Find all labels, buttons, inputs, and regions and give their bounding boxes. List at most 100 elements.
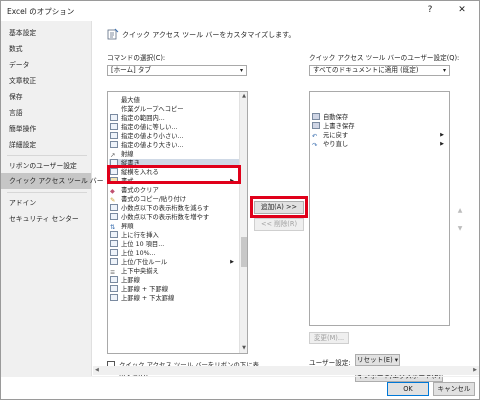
list-item[interactable]: 自動保存: [312, 113, 448, 122]
sidebar-divider: [7, 192, 87, 193]
sidebar-item-addins[interactable]: アドイン: [1, 195, 91, 211]
sidebar-item-data[interactable]: データ: [1, 57, 91, 73]
close-button[interactable]: ✕: [453, 3, 471, 18]
list-item[interactable]: 書式 ▶: [110, 177, 238, 186]
options-sidebar: 基本設定 数式 データ 文章校正 保存 言語 簡単操作 詳細設定 リボンのユーザ…: [1, 21, 104, 376]
blank-icon: [110, 96, 118, 103]
qat-icon: [107, 28, 119, 42]
list-item[interactable]: 上位/下位ルール ▶: [110, 258, 238, 267]
list-item[interactable]: 上に行を挿入: [110, 231, 159, 240]
list-item[interactable]: 指定の値より小さい...: [110, 132, 184, 141]
top-border-icon: [110, 276, 118, 283]
top-bottom-rules-icon: [110, 258, 118, 265]
undo-icon: ↶: [312, 133, 318, 140]
vertical-text-icon: [110, 159, 118, 166]
command-source-select[interactable]: [ホーム] タブ ▾: [107, 65, 247, 76]
sidebar-item-proofing[interactable]: 文章校正: [1, 73, 91, 89]
increase-decimal-icon: [110, 213, 118, 220]
list-item[interactable]: 最大値: [110, 96, 140, 105]
list-item[interactable]: ↷ やり直し ▶: [312, 140, 448, 149]
main-panel: クイック アクセス ツール バーをカスタマイズします。 コマンドの選択(C): …: [93, 21, 479, 390]
list-item[interactable]: 上位 10 項目...: [110, 240, 164, 249]
help-button[interactable]: ?: [421, 3, 439, 18]
command-source-label: コマンドの選択(C):: [107, 54, 166, 62]
range-icon: [110, 114, 118, 121]
page-heading: クイック アクセス ツール バーをカスタマイズします。: [122, 31, 296, 39]
list-item[interactable]: 上書き保存: [312, 122, 448, 131]
format-painter-icon: ✎: [110, 197, 116, 204]
sidebar-item-advanced[interactable]: 詳細設定: [1, 137, 91, 153]
middle-align-icon: ≡: [110, 269, 116, 276]
text-direction-icon: [110, 168, 118, 175]
sidebar-item-language[interactable]: 言語: [1, 105, 91, 121]
list-item[interactable]: 小数点以下の表示桁数を減らす: [110, 204, 209, 213]
list-item[interactable]: 縦横を入れる: [110, 168, 159, 177]
dialog-footer: OK キャンセル: [1, 376, 479, 400]
modify-button[interactable]: 変更(M)...: [309, 332, 349, 344]
sidebar-item-trust-center[interactable]: セキュリティ センター: [1, 211, 91, 227]
reset-button[interactable]: リセット(E) ▾: [355, 354, 400, 366]
sidebar-item-general[interactable]: 基本設定: [1, 25, 91, 41]
save-icon: [312, 122, 320, 129]
top-ten-icon: [110, 240, 118, 247]
qat-items-list[interactable]: 自動保存 上書き保存 ↶ 元に戻す ▶ ↷ やり直し ▶: [309, 91, 450, 326]
sidebar-item-customize-ribbon[interactable]: リボンのユーザー設定: [1, 158, 91, 174]
add-button[interactable]: 追加(A) >>: [254, 201, 304, 214]
scroll-up-icon[interactable]: ▲: [240, 92, 247, 100]
sidebar-divider: [7, 155, 87, 156]
list-item[interactable]: ◆ 書式のクリア: [110, 186, 159, 195]
redo-icon: ↷: [312, 142, 318, 149]
list-item[interactable]: 作業グループへコピー: [110, 105, 184, 114]
less-than-icon: [110, 132, 118, 139]
sidebar-item-save[interactable]: 保存: [1, 89, 91, 105]
chevron-down-icon: ▾: [442, 67, 446, 74]
list-item[interactable]: ≡ 上下中央揃え: [110, 267, 159, 276]
title-bar: Excel のオプション ? ✕: [1, 1, 479, 20]
greater-than-icon: [110, 141, 118, 148]
insert-row-icon: [110, 231, 118, 238]
sidebar-item-quick-access-toolbar[interactable]: クイック アクセス ツール バー: [1, 173, 104, 189]
sidebar-item-formulas[interactable]: 数式: [1, 41, 91, 57]
eraser-icon: ◆: [110, 188, 115, 195]
list-item[interactable]: ↗ 射線: [110, 150, 134, 159]
scroll-down-icon[interactable]: ▼: [240, 344, 247, 352]
list-item[interactable]: ⇅ 昇順: [110, 222, 134, 231]
qat-scope-label: クイック アクセス ツール バーのユーザー設定(Q):: [309, 54, 460, 62]
commands-scrollbar[interactable]: ▲ ▼: [239, 92, 247, 353]
list-item[interactable]: 指定の値に等しい...: [110, 123, 177, 132]
sidebar-item-accessibility[interactable]: 簡単操作: [1, 121, 91, 137]
commands-list[interactable]: 最大値 作業グループへコピー 指定の範囲内... 指定の値に等しい... 指定の…: [107, 91, 248, 354]
top-thick-bottom-border-icon: [110, 294, 118, 301]
submenu-arrow-icon: ▶: [230, 259, 234, 265]
list-item[interactable]: ↶ 元に戻す ▶: [312, 131, 448, 140]
move-down-icon[interactable]: ▼: [455, 224, 465, 234]
top-percent-icon: [110, 249, 118, 256]
list-item[interactable]: 指定の値より大きい...: [110, 141, 184, 150]
list-item[interactable]: 上位 10%...: [110, 249, 156, 258]
qat-scope-select[interactable]: すべてのドキュメントに適用 (既定) ▾: [309, 65, 450, 76]
equal-icon: [110, 123, 118, 130]
list-item[interactable]: 小数点以下の表示桁数を増やす: [110, 213, 209, 222]
scroll-left-icon[interactable]: ◀: [95, 367, 99, 373]
blank-icon: [110, 105, 118, 112]
chevron-down-icon: ▾: [239, 67, 243, 74]
move-up-icon[interactable]: ▲: [455, 206, 465, 216]
main-horizontal-scrollbar[interactable]: ◀ ▶: [93, 366, 479, 375]
cancel-button[interactable]: キャンセル: [433, 382, 475, 396]
scroll-right-icon[interactable]: ▶: [473, 367, 477, 373]
list-item-selected[interactable]: 縦書き: [109, 159, 239, 168]
sort-ascending-icon: ⇅: [110, 224, 116, 231]
remove-button[interactable]: << 削除(R): [254, 218, 304, 231]
submenu-arrow-icon: ▶: [440, 132, 444, 138]
ok-button[interactable]: OK: [387, 382, 429, 396]
diagonal-line-icon: ↗: [110, 152, 116, 159]
list-item[interactable]: 指定の範囲内...: [110, 114, 165, 123]
list-item[interactable]: 上罫線: [110, 276, 140, 285]
list-item[interactable]: 上罫線 + 下罫線: [110, 285, 168, 294]
format-icon: [110, 177, 118, 184]
list-item[interactable]: 上罫線 + 下太罫線: [110, 294, 174, 303]
window-title: Excel のオプション: [7, 7, 75, 16]
submenu-arrow-icon: ▶: [440, 141, 444, 147]
scroll-thumb[interactable]: [241, 237, 247, 267]
list-item[interactable]: ✎ 書式のコピー/貼り付け: [110, 195, 186, 204]
